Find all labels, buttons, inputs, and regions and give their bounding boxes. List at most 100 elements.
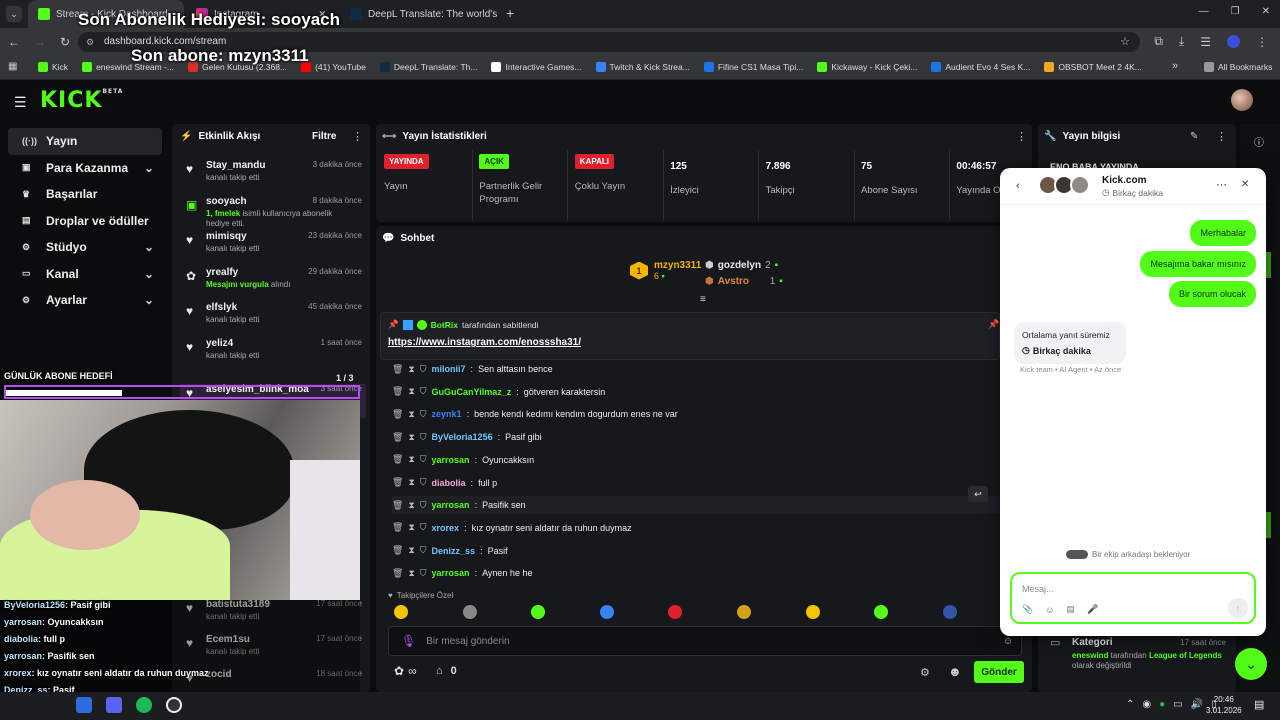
emote-icon[interactable]: [462, 605, 477, 619]
activity-event[interactable]: ♥ elfslyk 45 dakika önce kanalı takip etti: [180, 302, 366, 336]
chat-username[interactable]: yarrosan: [432, 455, 470, 465]
info-more-icon[interactable]: ⋮: [1216, 130, 1227, 143]
chat-username[interactable]: GuGuCanYilmaz_z: [432, 387, 512, 397]
bookmark-item[interactable]: OBSBOT Meet 2 4K...: [1044, 62, 1142, 72]
chat-input[interactable]: 🎙 Bir mesaj gönderin ☺: [388, 626, 1022, 656]
tab-deepl[interactable]: DeepL Translate: The world's m... ✕: [340, 0, 500, 28]
obs-icon[interactable]: [166, 697, 182, 713]
activity-more-icon[interactable]: ⋮: [352, 130, 363, 143]
hamburger-menu-icon[interactable]: ☰: [14, 94, 28, 111]
filter-button[interactable]: Filtre: [312, 131, 336, 142]
widget-close-icon[interactable]: ✕: [1241, 179, 1249, 190]
chat-username[interactable]: xrorex: [432, 523, 460, 533]
chat-message[interactable]: 🗑 ⧗ ⛉ ByVeloria1256: Pasif gibi: [392, 428, 542, 446]
close-window-icon[interactable]: ✕: [1262, 6, 1270, 17]
gif-icon[interactable]: ▤: [1066, 604, 1075, 615]
bookmark-item[interactable]: (41) YouTube: [301, 62, 366, 72]
edit-icon[interactable]: ✎: [1190, 131, 1198, 142]
unpin-icon[interactable]: 📌: [988, 319, 999, 330]
timeout-icon[interactable]: ⧗: [408, 568, 414, 579]
event-user[interactable]: yrealfy: [206, 267, 238, 278]
emote-icon[interactable]: [942, 605, 957, 619]
pinned-link[interactable]: https://www.instagram.com/enosssha31/: [388, 337, 581, 348]
chat-emote-icon[interactable]: ☻: [948, 664, 962, 679]
microphone-icon[interactable]: 🎙: [401, 634, 416, 648]
event-user[interactable]: yeliz4: [206, 338, 233, 349]
chat-message[interactable]: 🗑 ⧗ ⛉ yarrosan: Pasifik sen: [392, 496, 1002, 515]
sidebar-item-5[interactable]: ▭ Kanal ⌄: [8, 261, 162, 288]
delete-icon[interactable]: 🗑: [392, 364, 403, 375]
sidebar-item-4[interactable]: ⚙ Stüdyo ⌄: [8, 234, 162, 261]
bookmark-item[interactable]: Twitch & Kick Strea...: [595, 62, 690, 72]
emote-icon[interactable]: [599, 605, 614, 619]
reload-icon[interactable]: ↻: [60, 35, 70, 49]
event-user[interactable]: elfslyk: [206, 302, 237, 313]
chat-username[interactable]: ByVeloria1256: [432, 432, 493, 442]
bookmark-item[interactable]: Fifine CS1 Masa Tipi...: [703, 62, 803, 72]
delete-icon[interactable]: 🗑: [392, 432, 403, 443]
chat-message[interactable]: 🗑 ⧗ ⛉ yarrosan: Oyuncakksın: [392, 451, 534, 469]
chat-username[interactable]: diabolia: [432, 478, 466, 488]
event-user[interactable]: mimisqy: [206, 231, 247, 242]
gamepad-icon[interactable]: ◉: [1142, 699, 1151, 710]
chevron-down-icon[interactable]: ⌄: [144, 293, 154, 307]
stats-more-icon[interactable]: ⋮: [1016, 130, 1027, 143]
delete-icon[interactable]: 🗑: [392, 477, 403, 488]
network-icon[interactable]: ▭: [1173, 699, 1182, 710]
chat-username[interactable]: Denizz_ss: [432, 546, 476, 556]
tab-search-icon[interactable]: ⌄: [6, 6, 22, 22]
bookmark-item[interactable]: Kickaway - Kick Çeki...: [817, 62, 917, 72]
spotify-icon[interactable]: [136, 697, 152, 713]
delete-icon[interactable]: 🗑: [392, 522, 403, 533]
support-launcher-button[interactable]: ⌄: [1235, 648, 1267, 680]
bookmark-item[interactable]: Interactive Games...: [491, 62, 582, 72]
bookmark-star-icon[interactable]: ☆: [1120, 32, 1130, 52]
delete-icon[interactable]: 🗑: [392, 386, 403, 397]
discord-icon[interactable]: [106, 697, 122, 713]
chat-message[interactable]: 🗑 ⧗ ⛉ Denizz_ss: Pasif: [392, 542, 508, 560]
volume-icon[interactable]: 🔊: [1191, 699, 1203, 710]
sidebar-item-0[interactable]: ((·)) Yayın: [8, 128, 162, 155]
chat-message[interactable]: 🗑 ⧗ ⛉ milonii7: Sen alttasın bence: [392, 360, 553, 378]
bookmark-item[interactable]: Audient Evo 4 Ses K...: [931, 62, 1030, 72]
activity-pager[interactable]: 1 / 3: [336, 373, 354, 383]
top-gifter-3[interactable]: ⬢ Avstro 1 ▪: [705, 276, 783, 287]
download-icon[interactable]: ⤓: [1179, 34, 1184, 49]
back-icon[interactable]: ←: [8, 35, 20, 49]
bookmark-item[interactable]: Kick: [38, 62, 68, 72]
profile-avatar[interactable]: [1227, 35, 1240, 48]
reply-icon[interactable]: ↩: [968, 486, 988, 502]
chevron-down-icon[interactable]: ⌄: [144, 267, 154, 281]
delete-icon[interactable]: 🗑: [392, 568, 403, 579]
all-bookmarks-button[interactable]: All Bookmarks: [1204, 62, 1272, 72]
delete-icon[interactable]: 🗑: [392, 545, 403, 556]
site-info-icon[interactable]: ⚙: [86, 32, 94, 52]
taskbar-app-icon[interactable]: [76, 697, 92, 713]
chat-points[interactable]: ✿ ∞: [394, 664, 417, 678]
category-game[interactable]: League of Legends: [1149, 651, 1222, 660]
widget-more-icon[interactable]: ⋯: [1216, 178, 1227, 191]
taskbar-clock[interactable]: 20:46 3.01.2026: [1206, 694, 1242, 716]
emote-icon[interactable]: [394, 605, 408, 619]
chat-message[interactable]: 🗑 ⧗ ⛉ yarrosan: Aynen he he: [392, 564, 532, 582]
timeout-icon[interactable]: ⧗: [408, 477, 414, 488]
new-tab-button[interactable]: +: [506, 5, 514, 21]
sidebar-item-1[interactable]: ▣ Para Kazanma ⌄: [8, 155, 162, 182]
event-user[interactable]: sooyach: [206, 196, 247, 207]
bookmark-item[interactable]: DeepL Translate: Th...: [379, 62, 477, 72]
activity-event[interactable]: ✿ yrealfy 29 dakika önce Mesajını vurgula a…: [180, 267, 366, 301]
top-gifter-2[interactable]: ⬢ gozdelyn 2 ▪: [705, 260, 778, 271]
forward-icon[interactable]: →: [34, 35, 46, 49]
category-user[interactable]: eneswind: [1072, 651, 1108, 660]
timeout-icon[interactable]: ⧗: [408, 409, 414, 420]
browser-menu-icon[interactable]: ⋮: [1256, 35, 1268, 49]
activity-event[interactable]: ♥ mimisqy 23 dakika önce kanalı takip etti: [180, 231, 366, 265]
chat-message[interactable]: 🗑 ⧗ ⛉ diabolia: full p: [392, 474, 497, 492]
more-bookmarks-button[interactable]: »: [1172, 60, 1178, 72]
emoji-picker-icon[interactable]: ☺: [1003, 636, 1013, 647]
delete-icon[interactable]: 🗑: [392, 409, 403, 420]
mic-icon[interactable]: 🎤: [1087, 604, 1098, 615]
notifications-icon[interactable]: ▤: [1254, 698, 1264, 711]
event-user[interactable]: Stay_mandu: [206, 160, 265, 171]
emoji-icon[interactable]: ☺: [1045, 605, 1054, 615]
